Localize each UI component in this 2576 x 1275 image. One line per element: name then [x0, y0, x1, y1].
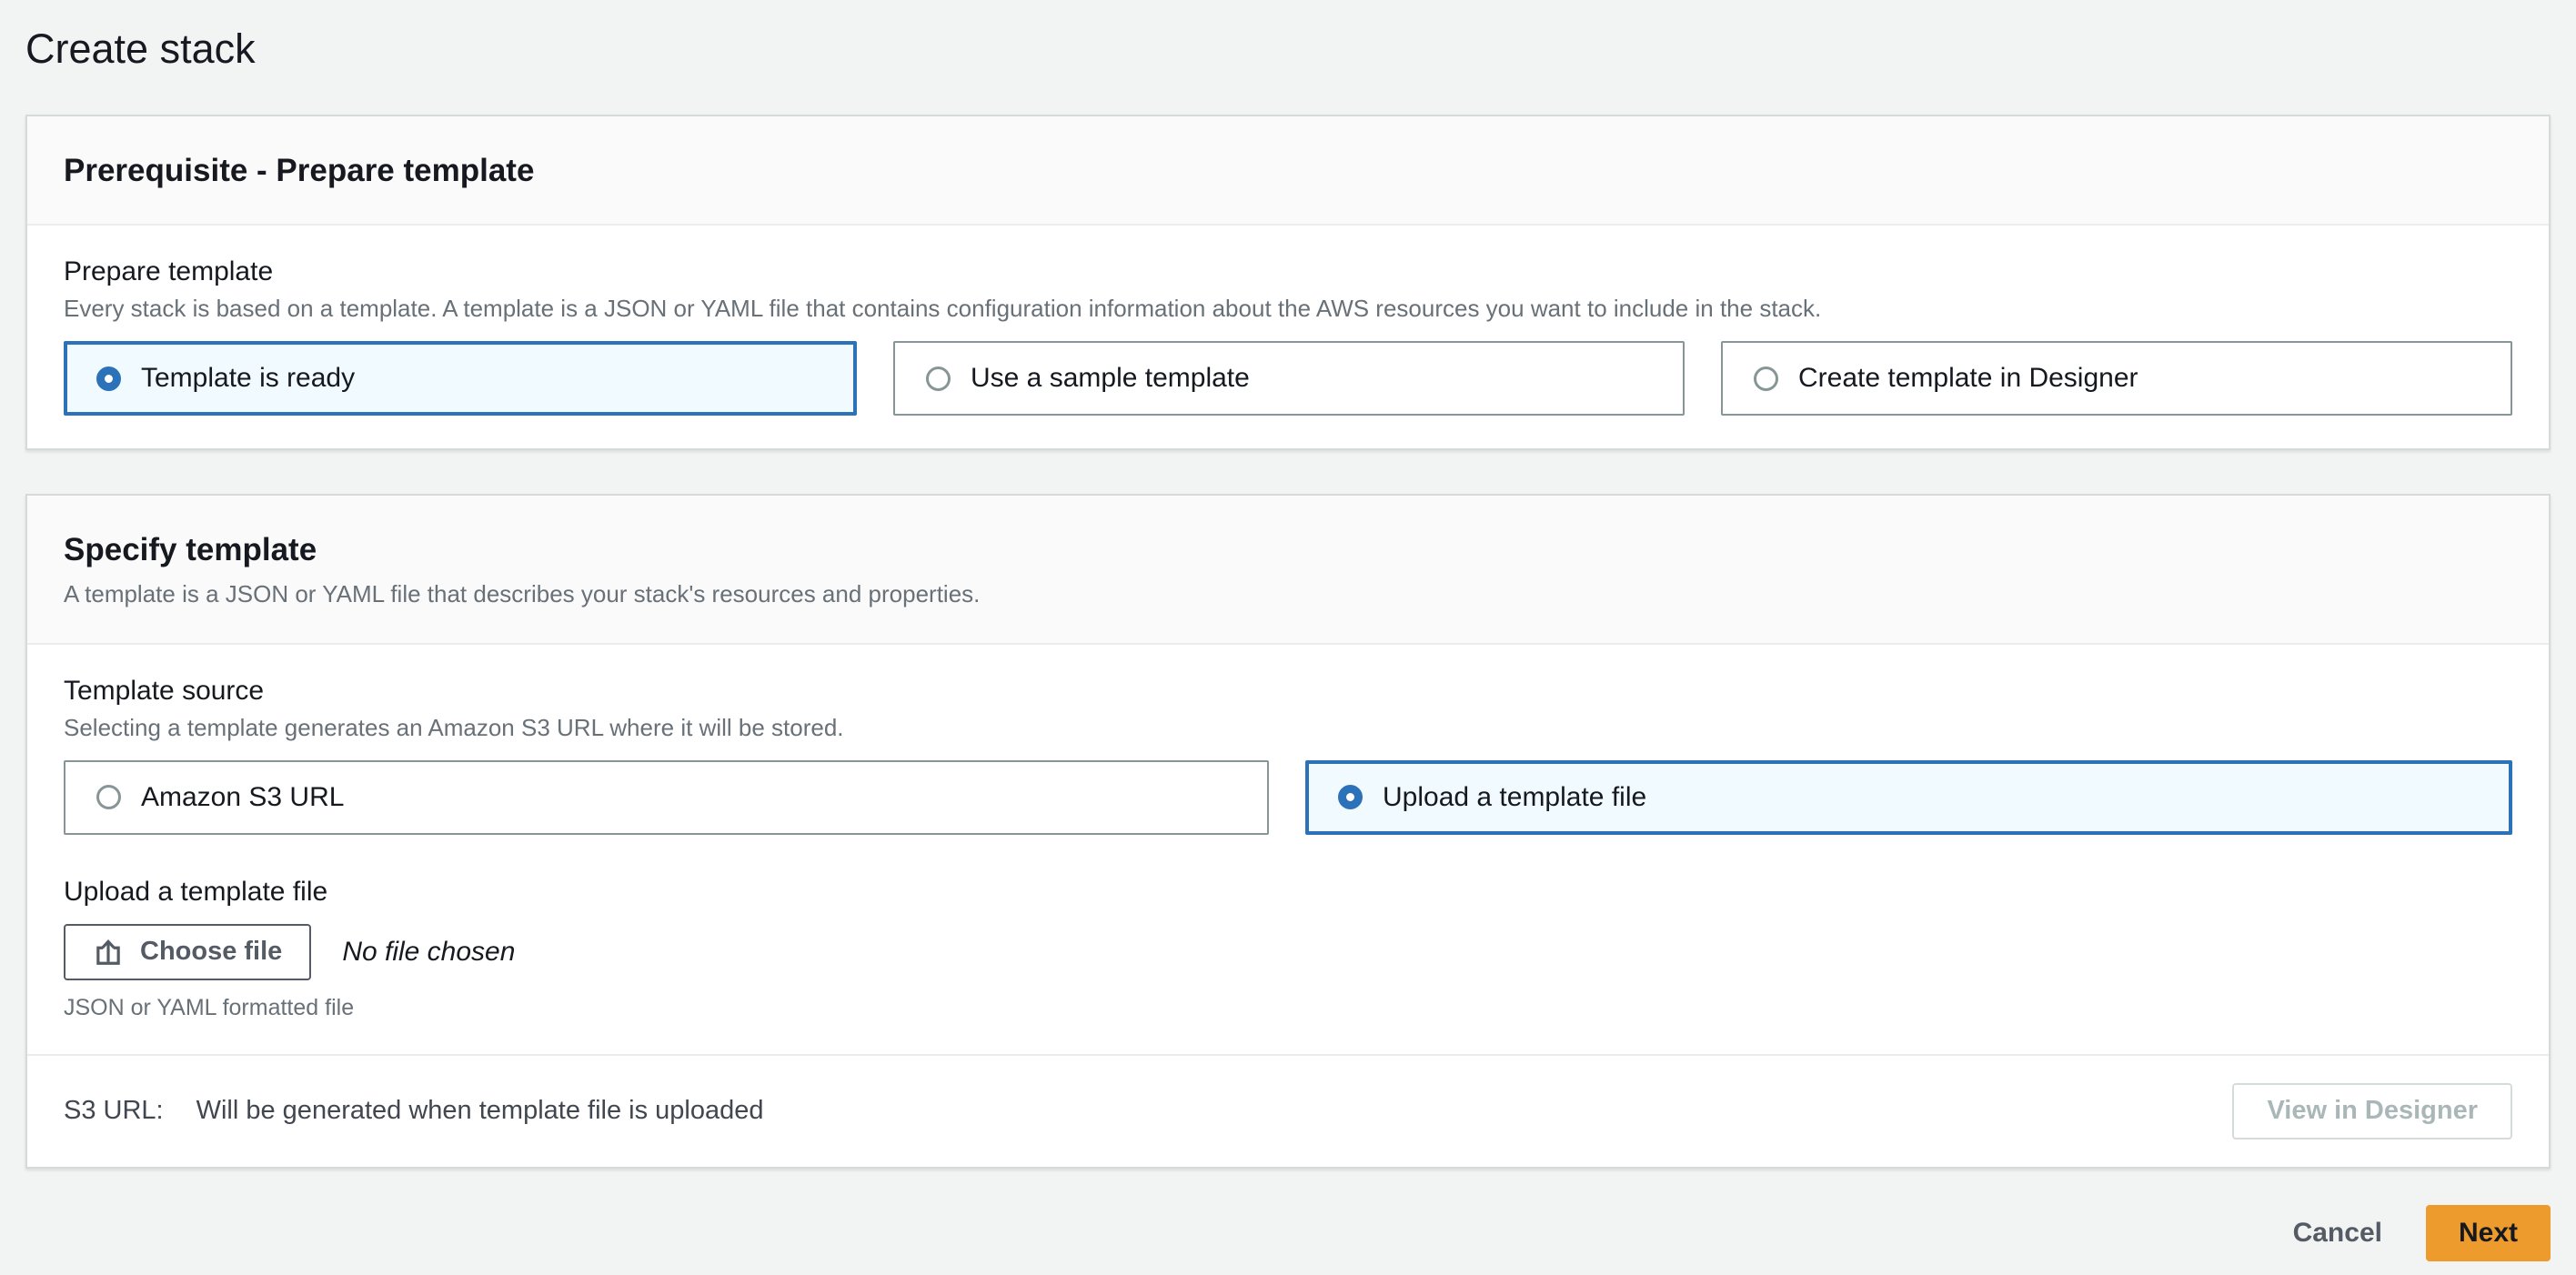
prerequisite-card-body: Prepare template Every stack is based on… [27, 226, 2549, 448]
prerequisite-card: Prerequisite - Prepare template Prepare … [25, 115, 2551, 451]
option-label: Template is ready [141, 363, 356, 394]
s3-url-label: S3 URL: [64, 1096, 164, 1125]
template-source-label: Template source [64, 675, 265, 706]
prepare-template-label: Prepare template [64, 256, 274, 287]
option-use-sample-template[interactable]: Use a sample template [893, 341, 1685, 417]
specify-template-card-header: Specify template A template is a JSON or… [27, 496, 2549, 645]
upload-icon [93, 937, 124, 968]
radio-icon [96, 366, 121, 391]
choose-file-row: Choose file No file chosen [64, 923, 2512, 980]
view-in-designer-button[interactable]: View in Designer [2232, 1082, 2512, 1139]
cancel-button[interactable]: Cancel [2293, 1218, 2382, 1249]
prepare-template-description: Every stack is based on a template. A te… [64, 295, 1822, 323]
radio-icon [1754, 366, 1778, 391]
prerequisite-card-header: Prerequisite - Prepare template [27, 116, 2549, 226]
next-button[interactable]: Next [2425, 1204, 2551, 1261]
choose-file-button-label: Choose file [140, 937, 283, 966]
option-amazon-s3-url[interactable]: Amazon S3 URL [64, 759, 1269, 835]
specify-template-card-subtitle: A template is a JSON or YAML file that d… [64, 579, 981, 607]
specify-template-card-title: Specify template [64, 532, 317, 568]
specify-template-card: Specify template A template is a JSON or… [25, 494, 2551, 1169]
choose-file-button[interactable]: Choose file [64, 923, 312, 980]
radio-icon [1338, 785, 1363, 809]
specify-template-card-footer: S3 URL: Will be generated when template … [27, 1053, 2549, 1167]
option-label: Create template in Designer [1798, 363, 2138, 394]
option-label: Amazon S3 URL [141, 781, 345, 812]
wizard-actions: Cancel Next [25, 1204, 2551, 1261]
template-source-description: Selecting a template generates an Amazon… [64, 713, 844, 741]
upload-template-file-label: Upload a template file [64, 876, 328, 907]
s3-url-value: Will be generated when template file is … [196, 1096, 764, 1125]
option-upload-template-file[interactable]: Upload a template file [1305, 759, 2512, 835]
option-create-template-in-designer[interactable]: Create template in Designer [1721, 341, 2512, 417]
radio-icon [96, 785, 121, 809]
page-title: Create stack [25, 25, 256, 72]
specify-template-card-body: Template source Selecting a template gen… [27, 645, 2549, 1054]
file-status-text: No file chosen [342, 936, 516, 967]
radio-icon [926, 366, 951, 391]
file-constraint-text: JSON or YAML formatted file [64, 994, 355, 1020]
option-template-is-ready[interactable]: Template is ready [64, 341, 857, 417]
prepare-template-options: Template is ready Use a sample template … [64, 341, 2512, 417]
s3-url-row: S3 URL: Will be generated when template … [64, 1096, 764, 1126]
prerequisite-card-title: Prerequisite - Prepare template [64, 153, 535, 188]
create-stack-page: Create stack Prerequisite - Prepare temp… [0, 0, 2576, 1261]
option-label: Use a sample template [971, 363, 1250, 394]
option-label: Upload a template file [1383, 781, 1647, 812]
template-source-options: Amazon S3 URL Upload a template file [64, 759, 2512, 835]
